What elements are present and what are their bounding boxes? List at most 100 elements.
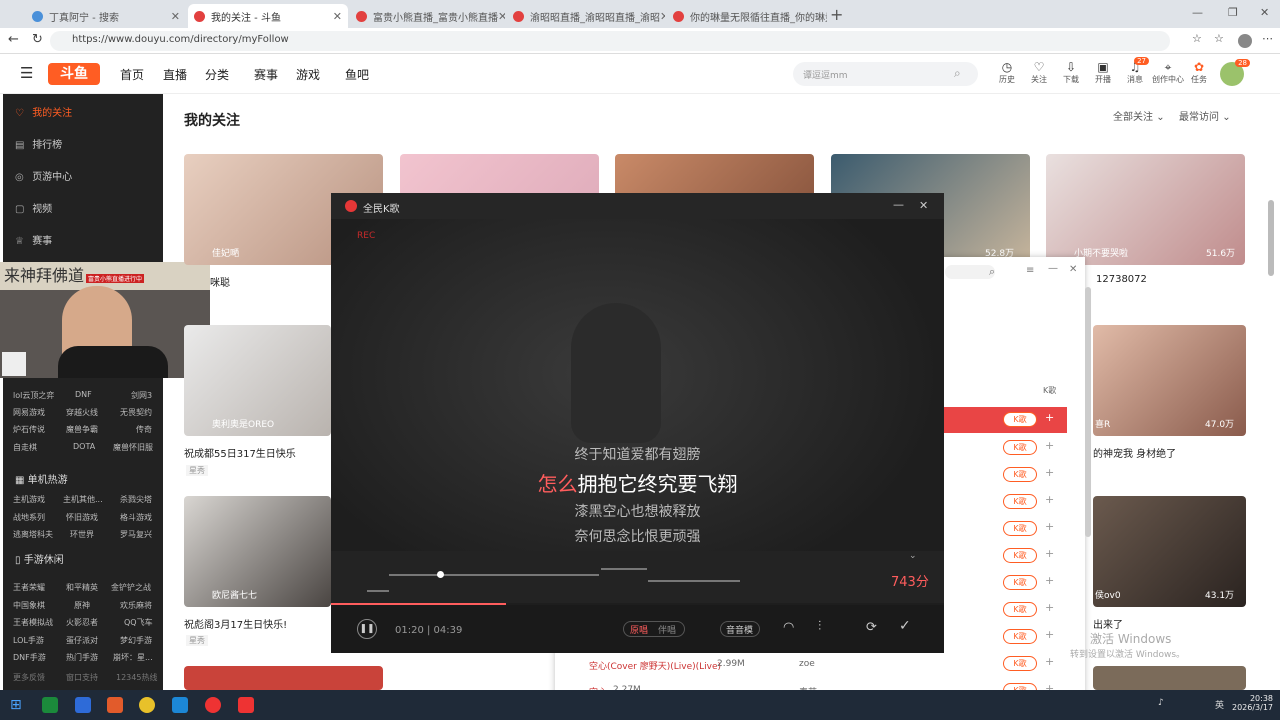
hamburger-icon[interactable]: ☰ bbox=[20, 64, 33, 82]
nav-live[interactable]: 直播 bbox=[163, 66, 187, 83]
game-link[interactable]: 剑网3 bbox=[131, 390, 152, 401]
stream-card[interactable]: 小期不要哭啦 51.6万 bbox=[1046, 154, 1245, 265]
card-caption[interactable]: 咪聪 bbox=[210, 274, 230, 289]
footer-link[interactable]: 更多反馈 bbox=[13, 672, 45, 683]
game-link[interactable]: 传奇 bbox=[136, 424, 152, 435]
game-link[interactable]: 逃离塔科夫 bbox=[13, 529, 53, 540]
k-song-button[interactable]: K歌 bbox=[1003, 548, 1037, 563]
tab-search[interactable]: 丁真阿宁 - 搜索 ✕ bbox=[26, 4, 186, 28]
system-clock[interactable]: 20:38 2026/3/17 bbox=[1232, 694, 1273, 712]
game-link[interactable]: 欢乐麻将 bbox=[120, 600, 152, 611]
add-icon[interactable]: + bbox=[1045, 601, 1054, 614]
game-link[interactable]: 魔兽争霸 bbox=[66, 424, 98, 435]
k-song-button[interactable]: K歌 bbox=[1003, 575, 1037, 590]
group-single-player[interactable]: ▦ 单机热游 bbox=[15, 471, 68, 486]
pause-button[interactable]: ❚❚ bbox=[357, 619, 377, 639]
app-icon[interactable] bbox=[139, 697, 155, 713]
footer-link[interactable]: 窗口支持 bbox=[66, 672, 98, 683]
windows-start-icon[interactable]: ⊞ bbox=[10, 697, 26, 713]
filter-all-dropdown[interactable]: 全部关注 ⌄ bbox=[1113, 108, 1165, 123]
game-link[interactable]: 无畏契约 bbox=[120, 407, 152, 418]
page-scrollbar[interactable] bbox=[1268, 200, 1274, 276]
card-caption[interactable]: 祝彪阁3月17生日快乐! bbox=[184, 616, 287, 631]
stream-card[interactable] bbox=[184, 666, 383, 690]
back-icon[interactable]: ← bbox=[8, 32, 19, 47]
new-tab-button[interactable]: + bbox=[830, 5, 843, 24]
message-button[interactable]: ♫ 消息 27 bbox=[1121, 57, 1149, 85]
tab-yuzhao[interactable]: 渝昭昭直播_渝昭昭直播_渝昭 ✕ bbox=[507, 4, 665, 28]
tab-fugui[interactable]: 富贵小熊直播_富贵小熊直播 ✕ bbox=[350, 4, 505, 28]
karaoke-app-icon[interactable] bbox=[238, 697, 254, 713]
sidebar-item-video[interactable]: ▢ 视频 bbox=[15, 200, 52, 215]
game-link[interactable]: DNF bbox=[75, 390, 92, 399]
group-mobile[interactable]: ▯ 手游休闲 bbox=[15, 551, 64, 566]
sidebar-item-webgame[interactable]: ◎ 页游中心 bbox=[15, 168, 72, 183]
game-link[interactable]: 穿越火线 bbox=[66, 407, 98, 418]
card-caption[interactable]: 12738072 bbox=[1096, 274, 1147, 285]
nav-yuba[interactable]: 鱼吧 bbox=[345, 66, 369, 83]
game-link[interactable]: 梦幻手游 bbox=[120, 635, 152, 646]
game-link[interactable]: 自走棋 bbox=[13, 442, 37, 453]
add-icon[interactable]: + bbox=[1045, 628, 1054, 641]
add-icon[interactable]: + bbox=[1045, 655, 1054, 668]
add-icon[interactable]: + bbox=[1045, 547, 1054, 560]
k-song-button[interactable]: K歌 bbox=[1003, 656, 1037, 671]
search-icon[interactable]: ⌕ bbox=[989, 265, 995, 279]
footer-link[interactable]: 12345热线 bbox=[116, 672, 157, 683]
nav-esports[interactable]: 赛事 bbox=[254, 66, 278, 83]
app-icon[interactable] bbox=[42, 697, 58, 713]
collections-icon[interactable]: ☆ bbox=[1214, 32, 1224, 45]
download-button[interactable]: ⇩ 下载 bbox=[1057, 60, 1085, 85]
menu-icon[interactable]: ≡ bbox=[1026, 265, 1034, 276]
card-caption[interactable]: 出来了 bbox=[1093, 616, 1123, 631]
menu-icon[interactable]: ⋯ bbox=[1262, 32, 1273, 45]
scrollbar[interactable] bbox=[1085, 287, 1091, 537]
category-tag[interactable]: 星秀 bbox=[186, 465, 208, 476]
game-link[interactable]: DOTA bbox=[73, 442, 95, 451]
game-link[interactable]: LOL手游 bbox=[13, 635, 44, 646]
loop-icon[interactable]: ⟳ bbox=[866, 620, 877, 635]
game-link[interactable]: DNF手游 bbox=[13, 652, 46, 663]
tab-my-follow[interactable]: 我的关注 - 斗鱼 ✕ bbox=[188, 4, 348, 28]
ime-indicator[interactable]: 英 bbox=[1215, 698, 1224, 711]
app-icon[interactable] bbox=[205, 697, 221, 713]
equalizer-icon[interactable]: ⫶ bbox=[818, 619, 821, 634]
game-link[interactable]: 罗马复兴 bbox=[120, 529, 152, 540]
game-link[interactable]: 中国象棋 bbox=[13, 600, 45, 611]
nav-home[interactable]: 首页 bbox=[120, 66, 144, 83]
game-link[interactable]: 火影忍者 bbox=[66, 617, 98, 628]
game-link[interactable]: 崩坏：星... bbox=[113, 652, 153, 663]
profile-avatar[interactable] bbox=[1238, 34, 1252, 48]
search-input[interactable]: 谭逗逗mm bbox=[793, 62, 978, 86]
add-icon[interactable]: + bbox=[1045, 574, 1054, 587]
category-tag[interactable]: 星秀 bbox=[186, 635, 208, 646]
url-input[interactable]: https://www.douyu.com/directory/myFollow bbox=[50, 31, 1170, 51]
filter-recent-dropdown[interactable]: 最常访问 ⌄ bbox=[1179, 108, 1231, 123]
add-icon[interactable]: + bbox=[1045, 466, 1054, 479]
tab-linliang[interactable]: 你的琳量无限循往直播_你的琳量✕ bbox=[667, 4, 827, 28]
popup-search-input[interactable] bbox=[945, 265, 995, 279]
card-caption[interactable]: 祝成都55日317生日快乐 bbox=[184, 445, 296, 460]
add-icon[interactable]: + bbox=[1045, 493, 1054, 506]
collapse-chevron-icon[interactable]: ⌄ bbox=[909, 551, 917, 561]
douyu-logo[interactable]: 斗鱼 bbox=[48, 63, 100, 85]
k-song-button[interactable]: K歌 bbox=[1003, 412, 1037, 427]
mode-accompany[interactable]: 伴唱 bbox=[658, 623, 676, 636]
k-song-button[interactable]: K歌 bbox=[1003, 521, 1037, 536]
volume-icon[interactable]: ♪ bbox=[1158, 698, 1164, 708]
user-avatar[interactable]: 28 bbox=[1220, 59, 1250, 86]
close-icon[interactable]: ✕ bbox=[660, 10, 665, 23]
close-icon[interactable]: ✕ bbox=[1069, 264, 1077, 275]
stream-card[interactable]: 欧尼酱七七 bbox=[184, 496, 331, 607]
minimize-icon[interactable]: — bbox=[1048, 263, 1058, 274]
game-link[interactable]: 杀戮尖塔 bbox=[120, 494, 152, 505]
reload-icon[interactable]: ↻ bbox=[32, 32, 43, 47]
close-window-icon[interactable]: ✕ bbox=[1260, 6, 1269, 19]
mode-original[interactable]: 原唱 bbox=[630, 623, 648, 636]
game-link[interactable]: 王者模拟战 bbox=[13, 617, 53, 628]
song-title[interactable]: 空心(Cover 廖野天)(Live)(Live) bbox=[589, 659, 721, 672]
game-link[interactable]: 原神 bbox=[74, 600, 90, 611]
sidebar-item-ranking[interactable]: ▤ 排行榜 bbox=[15, 136, 62, 151]
close-icon[interactable]: ✕ bbox=[919, 199, 928, 212]
follow-button[interactable]: ♡ 关注 bbox=[1025, 60, 1053, 85]
